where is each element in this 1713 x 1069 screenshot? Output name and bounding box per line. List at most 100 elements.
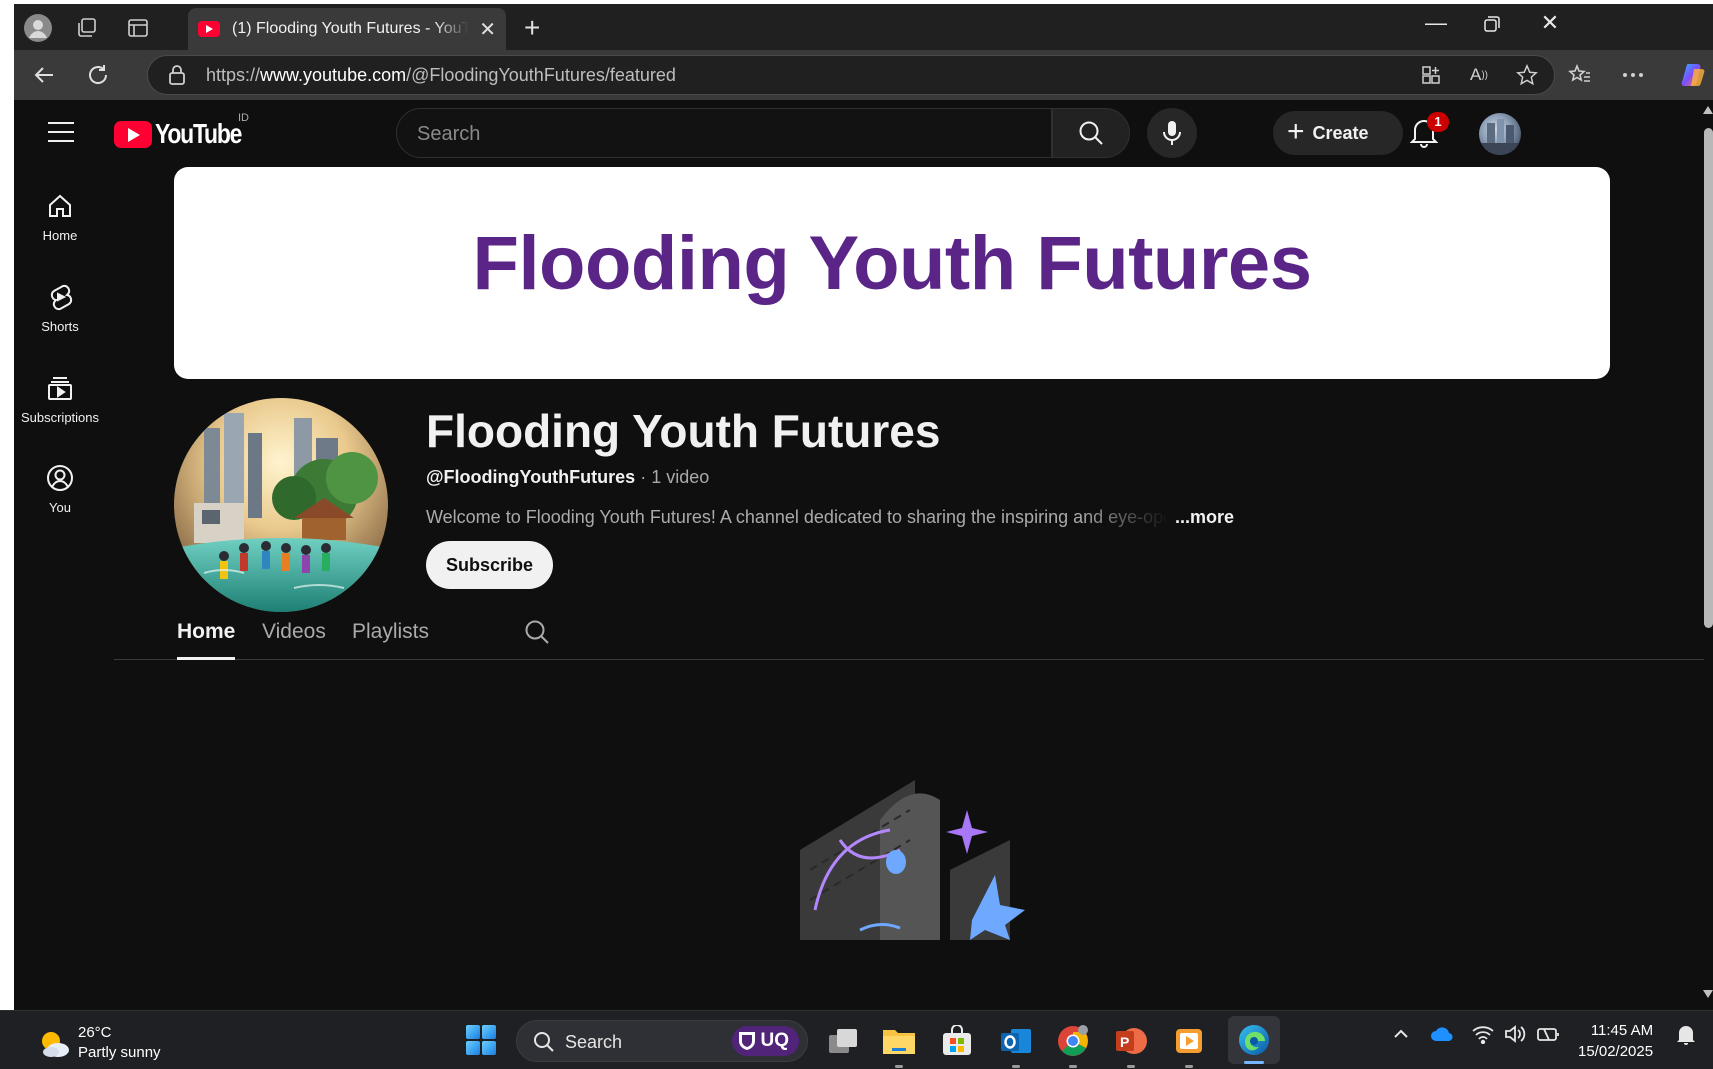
windows-taskbar: 26°C Partly sunny Search UQ P 11:45 AM 1…	[0, 1010, 1713, 1069]
channel-avatar[interactable]	[174, 398, 388, 612]
task-view-icon[interactable]	[824, 1022, 862, 1060]
edge-icon[interactable]	[1228, 1016, 1280, 1064]
tab-title: (1) Flooding Youth Futures - YouTube	[232, 20, 470, 37]
tab-home[interactable]: Home	[177, 612, 236, 660]
search-placeholder: Search	[417, 123, 481, 145]
tab-close-icon[interactable]: ✕	[479, 17, 496, 42]
refresh-button[interactable]	[82, 59, 114, 91]
channel-tabs: Home Videos Playlists	[114, 612, 1713, 660]
banner-title: Flooding Youth Futures	[472, 220, 1312, 306]
channel-banner: Flooding Youth Futures	[174, 167, 1610, 379]
lock-icon[interactable]	[168, 65, 186, 90]
address-toolbar: https://www.youtube.com/@FloodingYouthFu…	[14, 50, 1713, 100]
search-icon	[1079, 121, 1103, 145]
plus-icon: +	[1287, 114, 1305, 148]
channel-name: Flooding Youth Futures	[426, 405, 941, 457]
address-bar[interactable]: https://www.youtube.com/@FloodingYouthFu…	[147, 55, 1555, 95]
you-icon	[47, 465, 73, 491]
weather-condition: Partly sunny	[78, 1044, 161, 1061]
chrome-icon[interactable]	[1054, 1022, 1092, 1068]
video-count: · 1 video	[640, 467, 710, 487]
search-input[interactable]: Search	[396, 108, 1052, 158]
guide-item-home[interactable]: Home	[14, 192, 106, 243]
powerpoint-icon[interactable]: P	[1112, 1022, 1150, 1068]
home-icon	[49, 194, 71, 217]
guide-label-you: You	[49, 500, 71, 515]
read-aloud-icon[interactable]: A))	[1466, 62, 1492, 88]
back-button[interactable]	[28, 59, 60, 91]
channel-description[interactable]: Welcome to Flooding Youth Futures! A cha…	[426, 507, 1234, 528]
taskbar-clock[interactable]: 11:45 AM 15/02/2025	[1578, 1020, 1653, 1062]
uq-crest-icon	[738, 1032, 755, 1050]
url-text[interactable]: https://www.youtube.com/@FloodingYouthFu…	[206, 65, 676, 86]
taskbar-search[interactable]: Search UQ	[516, 1020, 808, 1062]
guide-item-you[interactable]: You	[14, 464, 106, 515]
guide-menu-icon[interactable]	[48, 122, 74, 142]
microsoft-store-icon[interactable]	[938, 1022, 976, 1060]
partly-sunny-icon	[38, 1028, 69, 1058]
tab-actions-icon[interactable]	[122, 12, 154, 44]
clock-date: 15/02/2025	[1578, 1043, 1654, 1060]
subscriptions-icon	[48, 377, 72, 400]
browser-window: (1) Flooding Youth Futures - YouTube ✕ +…	[14, 4, 1713, 1010]
tab-videos[interactable]: Videos	[262, 612, 326, 660]
browser-tab-strip: (1) Flooding Youth Futures - YouTube ✕ +…	[14, 4, 1713, 50]
volume-icon[interactable]	[1504, 1024, 1526, 1049]
new-tab-button[interactable]: +	[524, 12, 540, 44]
taskbar-search-icon	[533, 1031, 555, 1058]
youtube-play-icon	[114, 120, 152, 148]
scroll-up-arrow-icon[interactable]	[1703, 106, 1713, 114]
create-button[interactable]: + Create	[1273, 111, 1403, 155]
guide-label-home: Home	[42, 228, 78, 243]
more-menu-icon[interactable]	[1617, 59, 1649, 91]
onedrive-icon[interactable]	[1430, 1026, 1454, 1047]
voice-search-button[interactable]	[1147, 108, 1197, 158]
media-player-icon[interactable]	[1170, 1022, 1208, 1068]
browser-tab-active[interactable]: (1) Flooding Youth Futures - YouTube ✕	[188, 8, 506, 50]
battery-icon[interactable]	[1536, 1024, 1560, 1049]
channel-handle: @FloodingYouthFutures	[426, 467, 636, 487]
restore-button[interactable]	[1472, 10, 1512, 38]
scroll-down-arrow-icon[interactable]	[1703, 990, 1713, 998]
outlook-icon[interactable]	[997, 1022, 1035, 1068]
copilot-icon[interactable]	[1678, 59, 1710, 91]
guide-label-shorts: Shorts	[41, 319, 79, 334]
country-code: ID	[238, 112, 249, 124]
description-text: Welcome to Flooding Youth Futures! A cha…	[426, 507, 1169, 527]
notification-badge: 1	[1427, 112, 1449, 132]
youtube-page: YouTube ID Search + Create 1 Home Shorts…	[14, 100, 1713, 1010]
close-window-button[interactable]: ✕	[1530, 10, 1570, 36]
clock-time: 11:45 AM	[1590, 1022, 1654, 1039]
more-link[interactable]: ...more	[1175, 507, 1234, 527]
workspaces-icon[interactable]	[71, 12, 103, 44]
guide-item-shorts[interactable]: Shorts	[14, 283, 106, 334]
notification-center-bell-icon[interactable]	[1676, 1024, 1696, 1051]
account-avatar[interactable]	[1479, 113, 1521, 155]
logo-wordmark: YouTube	[155, 118, 242, 149]
taskbar-search-label: Search	[565, 1032, 623, 1052]
file-explorer-icon[interactable]	[880, 1022, 918, 1068]
tab-playlists[interactable]: Playlists	[352, 612, 429, 660]
uq-search-highlight: UQ	[731, 1026, 799, 1056]
show-hidden-icons-chevron-icon[interactable]	[1392, 1025, 1410, 1048]
search-button[interactable]	[1052, 108, 1130, 158]
profile-icon[interactable]	[22, 12, 54, 44]
favorites-icon[interactable]	[1564, 59, 1596, 91]
favorite-star-icon[interactable]	[1514, 62, 1540, 88]
subscribe-button[interactable]: Subscribe	[426, 541, 553, 589]
guide-label-subscriptions: Subscriptions	[20, 410, 100, 425]
temperature: 26°C	[78, 1024, 112, 1041]
wifi-icon[interactable]	[1472, 1024, 1494, 1049]
weather-widget[interactable]: 26°C Partly sunny	[38, 1023, 161, 1063]
create-label: Create	[1312, 122, 1369, 143]
svg-text:P: P	[1120, 1034, 1129, 1050]
empty-state-illustration	[800, 780, 1030, 945]
minimize-button[interactable]: —	[1416, 10, 1456, 36]
app-available-icon[interactable]	[1418, 62, 1444, 88]
start-button[interactable]	[466, 1025, 496, 1055]
youtube-logo[interactable]: YouTube ID	[114, 112, 260, 150]
channel-search-icon[interactable]	[524, 619, 550, 650]
guide-item-subscriptions[interactable]: Subscriptions	[14, 374, 106, 425]
scrollbar-thumb[interactable]	[1704, 128, 1713, 628]
channel-meta: @FloodingYouthFutures · 1 video	[426, 467, 709, 488]
